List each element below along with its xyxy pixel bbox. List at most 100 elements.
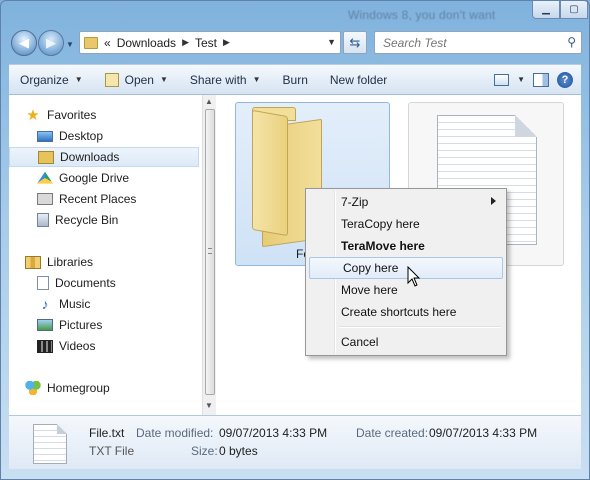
submenu-arrow-icon: [491, 197, 496, 205]
libraries-icon: [25, 255, 41, 269]
search-input[interactable]: [383, 35, 553, 50]
open-icon: [104, 72, 119, 87]
search-box[interactable]: ⚲: [374, 31, 582, 54]
menu-item-create-shortcuts-here[interactable]: Create shortcuts here: [308, 301, 504, 323]
size-value: 0 bytes: [219, 444, 258, 458]
help-icon[interactable]: ?: [557, 71, 573, 88]
refresh-button[interactable]: ⇆: [343, 31, 367, 54]
scroll-up-icon[interactable]: ▲: [205, 97, 213, 106]
preview-pane-icon[interactable]: [533, 72, 549, 87]
chevron-right-icon[interactable]: ▶: [182, 37, 189, 48]
tree-recycle-bin[interactable]: Recycle Bin: [9, 210, 199, 230]
navigation-scrollbar[interactable]: ▲ ▼: [202, 95, 216, 415]
arrow-left-icon: ◀: [19, 35, 29, 50]
dropdown-arrow-icon: ▼: [159, 75, 168, 84]
chevron-right-icon[interactable]: ▶: [223, 37, 230, 48]
open-button[interactable]: Open ▼: [94, 65, 179, 94]
menu-item-copy-here[interactable]: Copy here: [309, 257, 503, 279]
tree-recent-places[interactable]: Recent Places: [9, 189, 199, 209]
recycle-bin-icon: [37, 213, 49, 227]
downloads-folder-icon: [38, 150, 54, 164]
new-folder-label: New folder: [329, 72, 388, 87]
pictures-icon: [37, 319, 53, 331]
folder-front-shape: [252, 109, 288, 237]
date-created-value: 09/07/2013 4:33 PM: [429, 426, 538, 440]
view-dropdown-icon[interactable]: ▼: [517, 75, 525, 84]
details-file-type: TXT File: [89, 444, 135, 458]
tree-music-label: Music: [59, 297, 91, 311]
address-bar[interactable]: « Downloads ▶ Test ▶ ▼: [79, 31, 341, 54]
tree-google-drive[interactable]: Google Drive: [9, 168, 199, 188]
share-with-label: Share with: [189, 72, 247, 87]
tree-favorites[interactable]: ★ Favorites: [9, 105, 199, 125]
open-label: Open: [124, 72, 154, 87]
search-icon[interactable]: ⚲: [567, 35, 576, 49]
arrow-right-icon: ▶: [46, 35, 56, 50]
change-view-icon[interactable]: [494, 73, 510, 86]
details-pane: File.txt TXT File Date modified: 09/07/2…: [9, 415, 581, 469]
recent-pages-dropdown[interactable]: ▼: [66, 40, 75, 49]
tree-homegroup[interactable]: Homegroup: [9, 378, 199, 398]
menu-item-teracopy-here[interactable]: TeraCopy here: [308, 213, 504, 235]
back-button[interactable]: ◀: [11, 30, 37, 56]
burn-button[interactable]: Burn: [272, 65, 319, 94]
menu-item-label: Move here: [341, 283, 398, 297]
tree-favorites-label: Favorites: [47, 108, 97, 122]
tree-desktop-label: Desktop: [59, 129, 104, 143]
address-overflow-chevron[interactable]: «: [104, 36, 111, 50]
explorer-window: Windows 8, you don't want ▁ ▢ ◀ ▶ ▼ « Do…: [0, 0, 590, 480]
tree-libraries[interactable]: Libraries: [9, 252, 199, 272]
scroll-down-icon[interactable]: ▼: [205, 401, 213, 410]
dropdown-arrow-icon: ▼: [74, 75, 83, 84]
maximize-button[interactable]: ▢: [560, 0, 588, 19]
details-file-name: File.txt: [89, 426, 125, 440]
address-dropdown-icon[interactable]: ▼: [327, 37, 336, 47]
tree-documents[interactable]: Documents: [9, 273, 199, 293]
tree-libraries-label: Libraries: [47, 255, 94, 269]
google-drive-icon: [37, 171, 53, 184]
desktop-icon: [37, 130, 53, 142]
menu-item-7zip[interactable]: 7-Zip: [308, 191, 504, 213]
menu-item-label: Copy here: [343, 261, 399, 275]
menu-item-teramove-here[interactable]: TeraMove here: [308, 235, 504, 257]
tree-pictures[interactable]: Pictures: [9, 315, 199, 335]
tree-documents-label: Documents: [55, 276, 116, 290]
menu-item-label: Create shortcuts here: [341, 305, 457, 319]
forward-button[interactable]: ▶: [38, 30, 64, 56]
menu-item-move-here[interactable]: Move here: [308, 279, 504, 301]
breadcrumb-test[interactable]: Test: [195, 36, 217, 50]
menu-item-label: TeraMove here: [341, 239, 425, 253]
music-icon: ♪: [41, 296, 49, 312]
organize-label: Organize: [20, 72, 69, 87]
scrollbar-thumb[interactable]: [205, 109, 215, 395]
breadcrumb-downloads[interactable]: Downloads: [117, 36, 176, 50]
tree-desktop[interactable]: Desktop: [9, 126, 199, 146]
caption-buttons: ▁ ▢: [532, 0, 588, 19]
menu-item-label: TeraCopy here: [341, 217, 420, 231]
scroll-grip-icon: [208, 248, 212, 254]
tree-music[interactable]: ♪ Music: [9, 294, 199, 314]
page-fold-shape: [515, 115, 537, 137]
share-with-button[interactable]: Share with ▼: [179, 65, 272, 94]
organize-button[interactable]: Organize ▼: [9, 65, 94, 94]
minimize-button[interactable]: ▁: [532, 0, 560, 19]
navigation-row: ◀ ▶ ▼ « Downloads ▶ Test ▶ ▼ ⇆ ⚲: [0, 26, 590, 62]
menu-item-label: Cancel: [341, 335, 379, 349]
star-icon: ★: [26, 107, 40, 124]
command-bar: Organize ▼ Open ▼ Share with ▼ Burn New …: [9, 64, 581, 95]
tree-videos[interactable]: Videos: [9, 336, 199, 356]
burn-label: Burn: [282, 72, 308, 87]
date-modified-label: Date modified:: [136, 426, 214, 440]
menu-item-cancel[interactable]: Cancel: [308, 331, 504, 353]
tree-downloads[interactable]: Downloads: [9, 147, 199, 167]
homegroup-icon: [25, 381, 41, 395]
context-menu: 7-Zip TeraCopy here TeraMove here Copy h…: [305, 188, 507, 356]
menu-item-label: 7-Zip: [341, 195, 369, 209]
tree-recent-places-label: Recent Places: [59, 192, 137, 206]
dropdown-arrow-icon: ▼: [252, 75, 261, 84]
new-folder-button[interactable]: New folder: [319, 65, 398, 94]
tree-google-drive-label: Google Drive: [59, 171, 130, 185]
window-title: Windows 8, you don't want: [348, 8, 496, 22]
size-label: Size:: [191, 444, 218, 458]
videos-icon: [37, 339, 53, 353]
